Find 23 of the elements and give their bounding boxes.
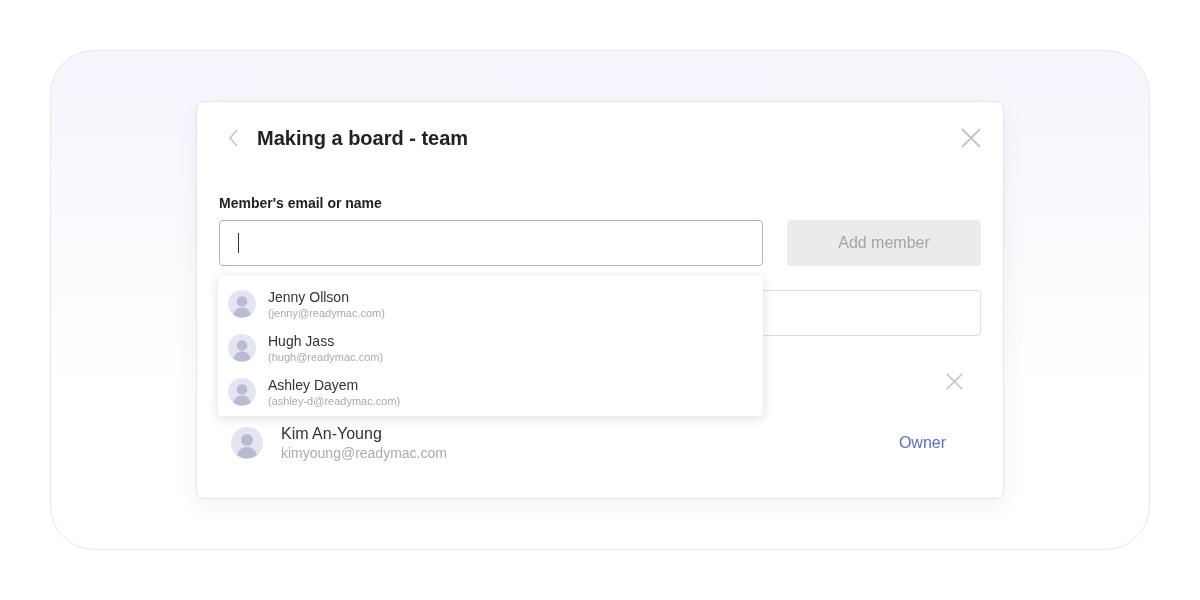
email-input-field[interactable] [219,220,763,266]
avatar-icon [228,334,256,362]
suggestion-email: (ashley-d@readymac.com) [268,393,402,408]
suggestion-name: Hugh Jass [268,332,336,350]
remove-icon[interactable] [946,372,963,390]
member-role: Owner [898,434,946,452]
suggestion-item[interactable]: Jenny Ollson (jenny@readymac.com) [218,282,763,326]
suggestion-item[interactable]: Hugh Jass (hugh@readymac.com) [218,326,763,370]
close-icon[interactable] [961,128,981,148]
field-label: Member's email or name [219,194,383,212]
avatar-icon [228,290,256,318]
avatar-icon [231,427,263,459]
back-icon[interactable] [227,128,239,148]
suggestion-name: Jenny Ollson [268,288,350,306]
suggestion-name: Ashley Dayem [268,376,360,394]
suggestion-email: (hugh@readymac.com) [268,349,385,364]
dialog-title: Making a board - team [257,126,470,150]
member-email: kimyoung@readymac.com [281,444,448,462]
avatar-icon [228,378,256,406]
text-cursor [238,233,239,253]
suggestion-email: (jenny@readymac.com) [268,305,386,320]
member-name: Kim An-Young [281,424,383,444]
suggestion-item[interactable]: Ashley Dayem (ashley-d@readymac.com) [218,370,763,414]
